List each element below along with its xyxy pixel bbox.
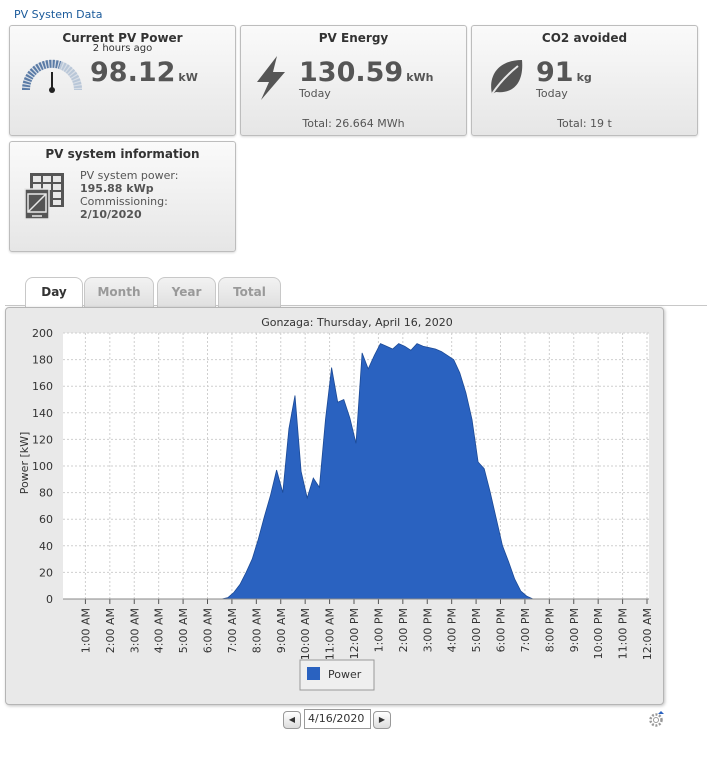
legend-label-power: Power — [328, 668, 362, 681]
x-tick-label: 3:00 PM — [421, 608, 434, 652]
page-title: PV System Data — [14, 8, 103, 21]
legend-swatch-power — [307, 667, 320, 680]
co2-total: Total: 19 t — [557, 117, 612, 130]
y-tick-label: 200 — [32, 327, 53, 340]
x-tick-label: 7:00 AM — [226, 608, 239, 653]
pv-energy-value: 130.59 — [299, 57, 404, 88]
y-tick-label: 20 — [39, 566, 53, 579]
x-tick-label: 12:00 AM — [641, 608, 654, 660]
leaf-icon — [491, 60, 523, 95]
y-tick-label: 100 — [32, 460, 53, 473]
y-tick-label: 60 — [39, 513, 53, 526]
x-tick-label: 11:00 AM — [324, 608, 337, 660]
co2-unit: kg — [576, 71, 592, 84]
prev-day-button[interactable]: ◀ — [283, 711, 301, 729]
pv-energy-unit: kWh — [406, 71, 434, 84]
x-tick-label: 11:00 PM — [617, 608, 630, 659]
x-tick-label: 5:00 AM — [177, 608, 190, 653]
y-tick-label: 160 — [32, 380, 53, 393]
x-tick-label: 2:00 PM — [397, 608, 410, 652]
legend: Power — [299, 659, 375, 691]
co2-card: CO2 avoided 91 kg Today Total: 19 t — [471, 25, 698, 136]
chart-title: Gonzaga: Thursday, April 16, 2020 — [261, 316, 452, 329]
x-tick-label: 3:00 AM — [128, 608, 141, 653]
y-tick-label: 180 — [32, 354, 53, 367]
tab-month[interactable]: Month — [84, 277, 154, 307]
y-tick-label: 140 — [32, 407, 53, 420]
current-power-card: Current PV Power 2 hours ago 98.12 kW — [9, 25, 236, 136]
x-tick-label: 7:00 PM — [519, 608, 532, 652]
pv-info-title: PV system information — [45, 147, 200, 161]
co2-title: CO2 avoided — [541, 31, 628, 45]
x-tick-label: 9:00 PM — [568, 608, 581, 652]
commissioning-value: 2/10/2020 — [80, 208, 142, 221]
x-tick-label: 10:00 PM — [592, 608, 605, 659]
x-tick-label: 8:00 AM — [250, 608, 263, 653]
y-tick-label: 40 — [39, 540, 53, 553]
x-tick-label: 6:00 AM — [202, 608, 215, 653]
power-chart: Gonzaga: Thursday, April 16, 2020 Power … — [18, 316, 654, 691]
x-tick-label: 4:00 AM — [153, 608, 166, 653]
x-tick-label: 2:00 AM — [104, 608, 117, 653]
pv-energy-period: Today — [299, 87, 331, 100]
pv-info-card: PV system information PV system power: 1… — [9, 141, 236, 252]
x-tick-label: 1:00 AM — [79, 608, 92, 653]
current-power-subtitle: 2 hours ago — [92, 43, 153, 54]
date-input[interactable]: 4/16/2020 — [304, 709, 371, 729]
solar-panel-icon — [24, 173, 64, 220]
chevron-left-icon: ◀ — [288, 715, 296, 724]
pv-power-label: PV system power: — [80, 169, 179, 182]
pv-energy-card: PV Energy 130.59 kWh Today Total: 26.664 … — [240, 25, 467, 136]
y-axis-label: Power [kW] — [18, 432, 31, 495]
next-day-button[interactable]: ▶ — [373, 711, 391, 729]
co2-period: Today — [536, 87, 568, 100]
lightning-icon — [257, 56, 285, 100]
x-tick-label: 4:00 PM — [446, 608, 459, 652]
tab-total[interactable]: Total — [218, 277, 281, 307]
pv-energy-title: PV Energy — [318, 31, 389, 45]
y-tick-label: 80 — [39, 487, 53, 500]
y-tick-label: 0 — [46, 593, 53, 606]
pv-energy-total: Total: 26.664 MWh — [302, 117, 405, 130]
x-tick-label: 9:00 AM — [275, 608, 288, 653]
gauge-icon — [21, 59, 83, 93]
current-power-unit: kW — [178, 71, 198, 84]
x-tick-label: 8:00 PM — [543, 608, 556, 652]
y-tick-label: 120 — [32, 433, 53, 446]
tab-year[interactable]: Year — [157, 277, 216, 307]
tab-day[interactable]: Day — [25, 277, 83, 308]
x-tick-label: 6:00 PM — [495, 608, 508, 652]
x-tick-label: 5:00 PM — [470, 608, 483, 652]
current-power-value: 98.12 — [90, 57, 176, 88]
gear-icon[interactable] — [648, 711, 664, 727]
chart-panel: Gonzaga: Thursday, April 16, 2020 Power … — [5, 307, 664, 705]
x-tick-label: 1:00 PM — [372, 608, 385, 652]
x-tick-label: 10:00 AM — [299, 608, 312, 660]
co2-value: 91 — [536, 57, 574, 88]
x-tick-label: 12:00 PM — [348, 608, 361, 659]
pv-power-value: 195.88 kWp — [80, 182, 154, 195]
chevron-right-icon: ▶ — [378, 715, 386, 724]
commissioning-label: Commissioning: — [80, 195, 168, 208]
